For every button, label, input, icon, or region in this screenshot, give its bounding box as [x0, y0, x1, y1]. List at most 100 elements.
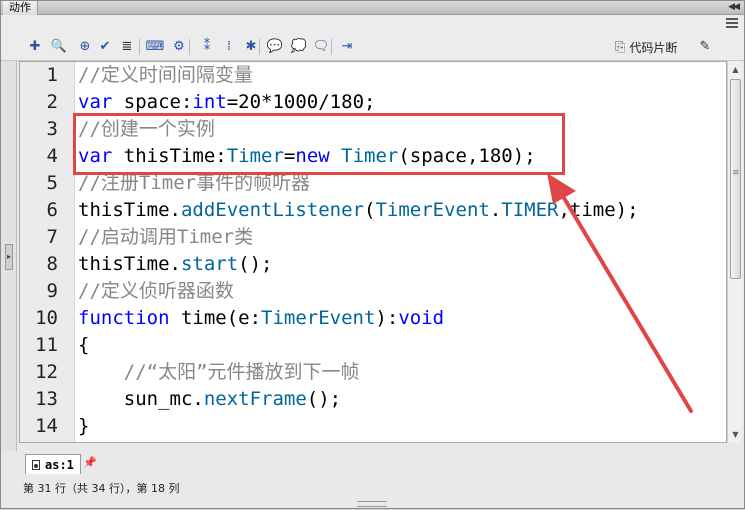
auto-format-icon[interactable]: ≣	[119, 39, 135, 55]
line-number: 6	[46, 199, 58, 221]
code-token: space:	[112, 91, 193, 113]
expand-all-icon[interactable]: ✱	[243, 39, 259, 55]
script-tab[interactable]: as:1	[25, 454, 81, 474]
resize-handle[interactable]	[357, 501, 387, 507]
code-text: //定义时间间隔变量	[78, 62, 253, 89]
code-text: sun_mc.nextFrame();	[78, 386, 341, 413]
code-token: //定义时间间隔变量	[78, 64, 253, 86]
remove-comment-icon[interactable]: 🗨	[313, 39, 330, 55]
status-bar: 第 31 行（共 34 行），第 18 列	[23, 482, 180, 495]
code-text: {	[78, 332, 89, 359]
code-token: thisTime.	[78, 199, 181, 221]
code-token: ):	[375, 307, 399, 329]
code-token: //“太阳”元件播放到下一帧	[123, 361, 360, 383]
panel-menu-row	[1, 15, 744, 33]
find-icon[interactable]: 🔍	[51, 39, 67, 55]
code-token: {	[78, 334, 90, 356]
code-token: time(e:	[169, 307, 262, 329]
line-number: 14	[35, 415, 58, 437]
code-token: =20*1000/180;	[226, 91, 376, 113]
apply-line-comment-icon[interactable]: 💭	[291, 39, 307, 55]
code-text: }	[78, 413, 89, 440]
line-number: 12	[35, 361, 58, 383]
code-line[interactable]: 10 function time(e:TimerEvent):void	[20, 305, 726, 332]
title-bar: 动作 ◀◀	[1, 1, 744, 15]
code-line[interactable]: 9 //定义侦听器函数	[20, 278, 726, 305]
script-tab-bar: as:1 📌	[19, 451, 744, 475]
code-token: ();	[238, 253, 273, 275]
code-token: void	[398, 307, 445, 329]
scroll-up-icon[interactable]: ▲	[730, 64, 741, 75]
code-text: //“太阳”元件播放到下一帧	[78, 359, 360, 386]
code-line[interactable]: 2 var space:int=20*1000/180;	[20, 89, 726, 116]
code-text: thisTime.start();	[78, 251, 272, 278]
code-text: function time(e:TimerEvent):void	[78, 305, 444, 332]
code-token: TimerEvent	[375, 199, 490, 221]
line-number: 8	[46, 253, 58, 275]
code-line[interactable]: 6 thisTime.addEventListener(TimerEvent.TI…	[20, 197, 726, 224]
scroll-down-icon[interactable]: ▼	[730, 429, 741, 440]
code-token: }	[78, 415, 90, 437]
code-token: TIMER	[501, 199, 559, 221]
code-snippets-label: 代码片断	[629, 40, 678, 55]
code-snippets-icon: ⎘	[615, 39, 626, 55]
collapse-between-braces-icon[interactable]: ⁑	[199, 39, 215, 55]
code-token: ();	[306, 388, 342, 410]
code-snippets-button[interactable]: ⎘ 代码片断	[615, 39, 677, 55]
apply-block-comment-icon[interactable]: 💬	[267, 39, 283, 55]
collapse-selection-icon[interactable]: ⁞	[221, 39, 237, 55]
panel-tab-actions[interactable]: 动作	[3, 1, 38, 15]
code-token: start	[180, 253, 239, 275]
actions-toolbar: ✚ 🔍 ⊕ ✔ ≣ ⌨ ⚙ ⁑ ⁞ ✱ 💬 💭 🗨 ⇥ ⎘ 代码片断 ✎	[1, 33, 744, 61]
line-number: 3	[46, 118, 58, 140]
show-hide-toolbox-icon[interactable]: ⇥	[339, 39, 355, 55]
line-number: 2	[46, 91, 58, 113]
code-line[interactable]: 1 //定义时间间隔变量	[20, 62, 726, 89]
code-token: ,time);	[558, 199, 639, 221]
line-number: 1	[46, 64, 58, 86]
line-number: 5	[46, 172, 58, 194]
code-token: //定义侦听器函数	[78, 280, 234, 302]
line-number: 10	[35, 307, 58, 329]
toolbar-separator	[259, 39, 260, 55]
code-line[interactable]: 13 sun_mc.nextFrame();	[20, 386, 726, 413]
code-token: //启动调用Timer类	[78, 226, 254, 248]
code-text: //定义侦听器函数	[78, 278, 234, 305]
code-line[interactable]: 12 //“太阳”元件播放到下一帧	[20, 359, 726, 386]
code-line[interactable]: 11 {	[20, 332, 726, 359]
vertical-scrollbar[interactable]: ▲ ▼	[727, 61, 742, 443]
scroll-thumb[interactable]	[730, 79, 741, 279]
code-token: thisTime.	[78, 253, 181, 275]
toolbar-separator	[331, 39, 332, 55]
script-tab-label: as:1	[45, 457, 74, 472]
code-text: var space:int=20*1000/180;	[78, 89, 375, 116]
code-token: .	[489, 199, 502, 221]
code-line[interactable]: 7 //启动调用Timer类	[20, 224, 726, 251]
line-number: 9	[46, 280, 58, 302]
target-path-icon[interactable]: ⊕	[77, 39, 93, 55]
code-token: int	[192, 91, 227, 113]
collapse-panel-icon[interactable]: ◀◀	[728, 1, 740, 13]
toolbox-collapse-strip[interactable]: ▸	[1, 61, 17, 451]
highlight-box	[73, 113, 565, 175]
code-line[interactable]: 8 thisTime.start();	[20, 251, 726, 278]
check-syntax-icon[interactable]: ✔	[97, 39, 113, 55]
code-line[interactable]: 14}	[20, 413, 726, 440]
script-file-icon	[32, 459, 40, 470]
add-statement-icon[interactable]: ✚	[27, 39, 43, 55]
line-number: 7	[46, 226, 58, 248]
debug-options-icon[interactable]: ⚙	[171, 39, 187, 55]
code-hint-icon[interactable]: ⌨	[146, 39, 165, 55]
actions-panel: 动作 ◀◀ ✚ 🔍 ⊕ ✔ ≣ ⌨ ⚙ ⁑ ⁞ ✱ 💬 💭 🗨 ⇥ ⎘ 代码片断 ✎ ▸ 1 //定义时间间隔变量…	[0, 0, 745, 509]
expand-toolbox-icon[interactable]: ▸	[5, 244, 13, 270]
line-number: 4	[46, 145, 58, 167]
pin-script-icon[interactable]: 📌	[83, 456, 97, 469]
code-token: function	[78, 307, 170, 329]
script-assist-wand-icon[interactable]: ✎	[697, 39, 713, 55]
code-text: //启动调用Timer类	[78, 224, 253, 251]
toolbar-separator	[189, 39, 190, 55]
panel-menu-icon[interactable]	[726, 18, 738, 28]
code-token: sun_mc.	[78, 388, 204, 410]
code-token: //注册Timer事件的帧听器	[78, 172, 311, 194]
